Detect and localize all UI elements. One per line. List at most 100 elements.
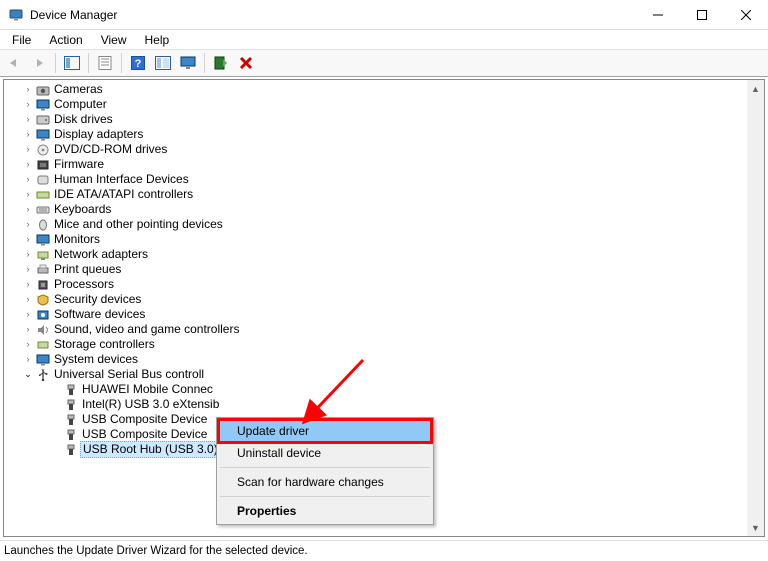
tree-category[interactable]: › System devices (4, 352, 747, 367)
camera-icon (34, 83, 52, 97)
tree-category[interactable]: ›Display adapters (4, 127, 747, 142)
context-menu-item[interactable]: Uninstall device (219, 442, 431, 464)
menu-action[interactable]: Action (41, 32, 90, 48)
show-hide-console-tree-button[interactable] (60, 52, 84, 74)
usb-icon (34, 368, 52, 382)
tree-category[interactable]: › Firmware (4, 157, 747, 172)
toolbar-separator (55, 53, 56, 73)
expand-icon-closed[interactable]: › (22, 322, 34, 337)
expand-icon-closed[interactable]: › (22, 337, 34, 352)
keyboard-icon (34, 203, 52, 217)
show-all-button[interactable] (151, 52, 175, 74)
tree-category[interactable]: › Network adapters (4, 247, 747, 262)
tree-category[interactable]: › Print queues (4, 262, 747, 277)
expand-icon-closed[interactable]: › (22, 292, 34, 307)
storage-icon (34, 338, 52, 352)
usb-device-icon (62, 428, 80, 442)
close-button[interactable] (724, 0, 768, 29)
expand-icon-closed[interactable]: › (22, 232, 34, 247)
titlebar: Device Manager (0, 0, 768, 30)
context-menu-separator (220, 467, 430, 468)
expand-icon-closed[interactable]: › (22, 217, 34, 232)
expand-icon-closed[interactable]: › (22, 352, 34, 367)
tree-category-usb[interactable]: ⌄Universal Serial Bus controll (4, 367, 747, 382)
system-icon (34, 353, 52, 367)
tree-category[interactable]: ›Processors (4, 277, 747, 292)
window-title: Device Manager (30, 8, 117, 22)
tree-category-label: Mice and other pointing devices (52, 217, 225, 232)
display-icon (34, 128, 52, 142)
show-monitor-button[interactable] (176, 52, 200, 74)
usb-device-icon (62, 413, 80, 427)
tree-category[interactable]: › Mice and other pointing devices (4, 217, 747, 232)
statusbar: Launches the Update Driver Wizard for th… (0, 540, 768, 561)
tree-category[interactable]: › Sound, video and game controllers (4, 322, 747, 337)
svg-text:?: ? (135, 58, 142, 70)
scroll-up-button[interactable]: ▲ (747, 80, 764, 97)
status-text: Launches the Update Driver Wizard for th… (4, 545, 308, 557)
tree-category-label: Network adapters (52, 247, 150, 262)
tree-category[interactable]: ›Storage controllers (4, 337, 747, 352)
expand-icon-open[interactable]: ⌄ (22, 367, 34, 382)
expand-icon-closed[interactable]: › (22, 187, 34, 202)
expand-icon-closed[interactable]: › (22, 172, 34, 187)
tree-category-label: System devices (52, 352, 140, 367)
menubar: File Action View Help (0, 30, 768, 49)
tree-category[interactable]: ›DVD/CD-ROM drives (4, 142, 747, 157)
expand-icon-closed[interactable]: › (22, 277, 34, 292)
tree-category-label: Cameras (52, 82, 105, 97)
menu-view[interactable]: View (93, 32, 135, 48)
expand-icon-closed[interactable]: › (22, 247, 34, 262)
window-controls (636, 0, 768, 29)
monitor-icon (34, 233, 52, 247)
tree-item-usb-device-label: Intel(R) USB 3.0 eXtensib (80, 397, 221, 412)
tree-category[interactable]: ›Security devices (4, 292, 747, 307)
expand-icon-closed[interactable]: › (22, 112, 34, 127)
dvd-icon (34, 143, 52, 157)
tree-category[interactable]: ›Disk drives (4, 112, 747, 127)
tree-category-label: Print queues (52, 262, 123, 277)
expand-icon-closed[interactable]: › (22, 307, 34, 322)
scan-hardware-button[interactable] (209, 52, 233, 74)
scroll-down-button[interactable]: ▼ (747, 519, 764, 536)
tree-category[interactable]: ›Human Interface Devices (4, 172, 747, 187)
printer-icon (34, 263, 52, 277)
device-manager-icon (8, 7, 24, 23)
tree-category-label: Software devices (52, 307, 147, 322)
tree-item-usb-device-label: HUAWEI Mobile Connec (80, 382, 215, 397)
menu-file[interactable]: File (4, 32, 39, 48)
tree-category[interactable]: ›Computer (4, 97, 747, 112)
menu-help[interactable]: Help (137, 32, 178, 48)
context-menu-item-label: Update driver (237, 424, 309, 438)
tree-category[interactable]: › Software devices (4, 307, 747, 322)
context-menu-item[interactable]: Scan for hardware changes (219, 471, 431, 493)
expand-icon-closed[interactable]: › (22, 262, 34, 277)
expand-icon-closed[interactable]: › (22, 82, 34, 97)
expand-icon-closed[interactable]: › (22, 142, 34, 157)
tree-item-usb-device-label: USB Root Hub (USB 3.0) (80, 441, 221, 458)
tree-category[interactable]: › Cameras (4, 82, 747, 97)
properties-button[interactable] (93, 52, 117, 74)
minimize-button[interactable] (636, 0, 680, 29)
maximize-button[interactable] (680, 0, 724, 29)
toolbar-separator (204, 53, 205, 73)
uninstall-button[interactable] (234, 52, 258, 74)
expand-icon-closed[interactable]: › (22, 157, 34, 172)
help-button[interactable]: ? (126, 52, 150, 74)
tree-category[interactable]: ›IDE ATA/ATAPI controllers (4, 187, 747, 202)
tree-category[interactable]: ›Keyboards (4, 202, 747, 217)
context-menu-item[interactable]: Update driver (219, 420, 431, 442)
context-menu-separator (220, 496, 430, 497)
context-menu-item[interactable]: Properties (219, 500, 431, 522)
vertical-scrollbar[interactable]: ▲ ▼ (747, 80, 764, 536)
expand-icon-closed[interactable]: › (22, 202, 34, 217)
tree-item-usb-device[interactable]: Intel(R) USB 3.0 eXtensib (4, 397, 747, 412)
expand-icon-closed[interactable]: › (22, 97, 34, 112)
tree-category-label: Firmware (52, 157, 106, 172)
back-button (2, 52, 26, 74)
tree-category-label: Sound, video and game controllers (52, 322, 241, 337)
tree-category[interactable]: › Monitors (4, 232, 747, 247)
tree-item-usb-device[interactable]: HUAWEI Mobile Connec (4, 382, 747, 397)
tree-category-label: Monitors (52, 232, 102, 247)
expand-icon-closed[interactable]: › (22, 127, 34, 142)
